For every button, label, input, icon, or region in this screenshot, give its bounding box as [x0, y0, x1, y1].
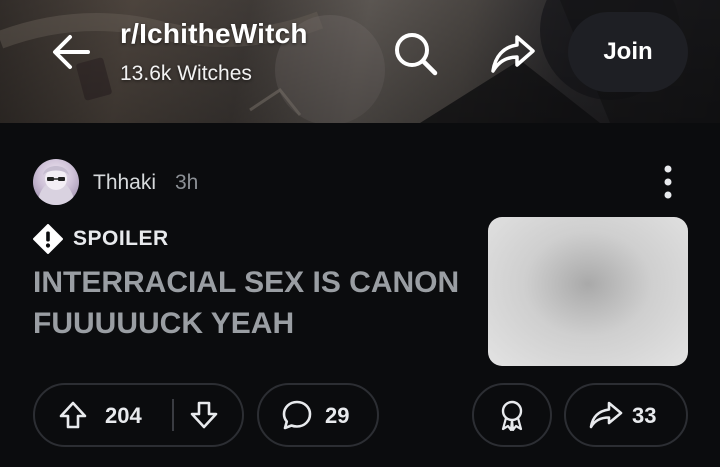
author-avatar-image [37, 166, 75, 205]
share-arrow-icon [589, 401, 623, 429]
share-button[interactable]: 33 [564, 383, 688, 447]
search-icon [395, 33, 438, 76]
share-icon [491, 35, 535, 73]
spoiler-label: SPOILER [73, 227, 169, 250]
post-thumbnail-blurred[interactable] [488, 217, 688, 366]
upvote-button[interactable] [57, 399, 89, 431]
back-arrow-icon [53, 35, 90, 69]
vote-bar: 204 [33, 383, 244, 447]
award-button[interactable] [472, 383, 552, 447]
search-button[interactable] [388, 26, 442, 80]
comment-count: 29 [325, 403, 350, 428]
vote-score: 204 [105, 403, 142, 428]
subreddit-header: r/IchitheWitch 13.6k Witches Join [0, 0, 720, 123]
more-options-button[interactable] [650, 159, 686, 205]
join-button[interactable]: Join [568, 12, 688, 92]
downvote-arrow-icon [190, 401, 218, 429]
more-vertical-icon [664, 165, 672, 199]
downvote-button[interactable] [188, 399, 220, 431]
back-button[interactable] [44, 25, 98, 79]
post-card[interactable]: Thhaki 3h SPOILER INTERRACIAL SEX IS CAN… [0, 123, 720, 467]
upvote-arrow-icon [59, 401, 87, 429]
comment-icon-wrap [281, 399, 313, 431]
spoiler-warning-icon [33, 224, 63, 254]
share-icon-wrap [588, 399, 624, 431]
post-author[interactable]: Thhaki [93, 171, 156, 195]
avatar[interactable] [33, 159, 79, 205]
post-title[interactable]: INTERRACIAL SEX IS CANON FUUUUUCK YEAH [33, 262, 473, 344]
post-timestamp: 3h [175, 171, 199, 194]
share-count: 33 [632, 403, 657, 428]
comments-button[interactable]: 29 [257, 383, 379, 447]
member-count: 13.6k Witches [120, 62, 252, 85]
vote-divider [172, 399, 174, 431]
comment-bubble-icon [282, 400, 312, 430]
spoiler-flair: SPOILER [33, 224, 169, 254]
share-subreddit-button[interactable] [486, 26, 540, 80]
award-ribbon-icon [501, 400, 523, 431]
subreddit-name[interactable]: r/IchitheWitch [120, 18, 308, 50]
